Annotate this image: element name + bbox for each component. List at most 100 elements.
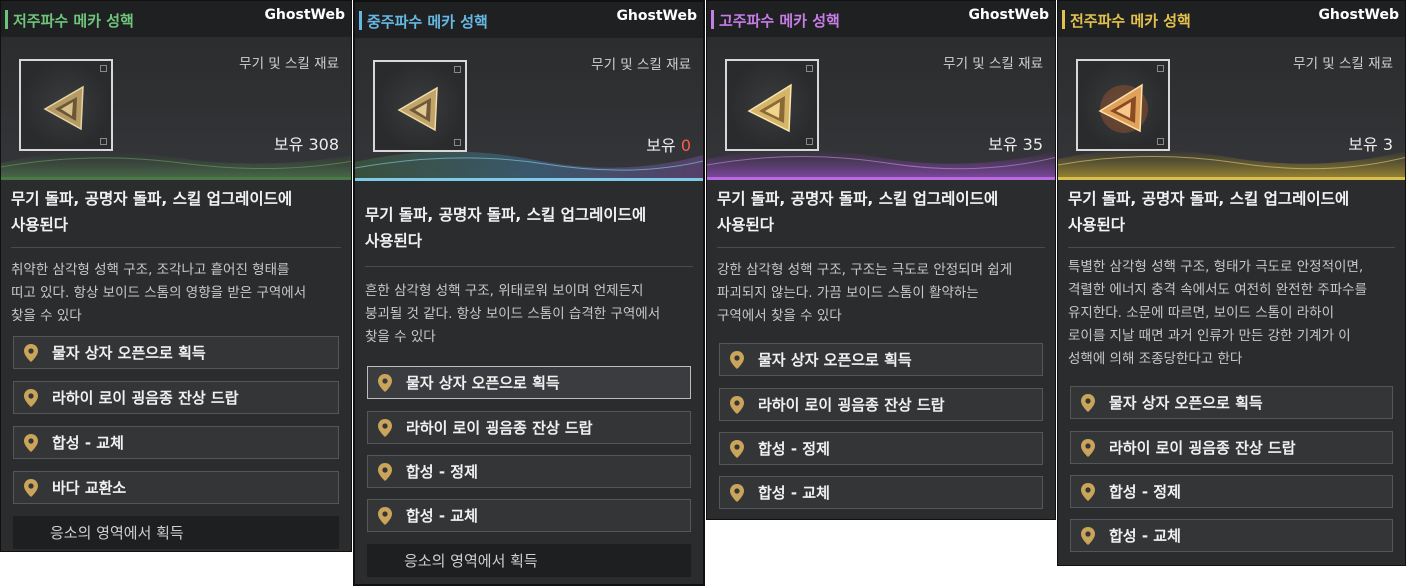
rarity-line [1058, 177, 1405, 180]
watermark: GhostWeb [968, 7, 1049, 23]
location-pin-icon [730, 350, 744, 369]
item-category: 무기 및 스킬 재료 [591, 57, 691, 73]
usage-line: 무기 돌파, 공명자 돌파, 스킬 업그레이드에 [1068, 190, 1350, 208]
source-button[interactable]: 합성 - 교체 [367, 499, 691, 532]
item-icon-frame [19, 59, 113, 151]
item-lore: 취약한 삼각형 성핵 구조, 조각나고 흩어진 형태를 띠고 있다. 항상 보이… [11, 259, 341, 328]
title-bar: 전주파수 메카 성핵 GhostWeb [1058, 1, 1405, 37]
lore-line: 강한 삼각형 성핵 구조, 구조는 극도로 안정되며 쉽게 [717, 262, 1013, 278]
location-pin-icon [378, 462, 392, 481]
lore-line: 구역에서 찾을 수 있다 [717, 308, 842, 324]
source-label: 라하이 로이 굉음종 잔상 드랍 [406, 419, 593, 437]
frame-corner-marker [1157, 138, 1164, 145]
source-info: 응소의 영역에서 획득 [367, 544, 691, 577]
location-pin-icon [730, 483, 744, 502]
location-pin-icon [24, 343, 38, 362]
owned-label: 보유 [988, 135, 1018, 154]
source-button[interactable]: 물자 상자 오픈으로 획득 [719, 343, 1043, 376]
lore-line: 파괴되지 않는다. 가끔 보이드 스톰이 활약하는 [717, 285, 979, 301]
owned-count: 보유 308 [274, 131, 339, 155]
location-pin-icon [24, 433, 38, 452]
frame-corner-marker [100, 138, 107, 145]
source-button[interactable]: 합성 - 정제 [367, 455, 691, 488]
source-label: 응소의 영역에서 획득 [50, 524, 184, 542]
triangle-core-icon [747, 83, 792, 133]
item-usage: 무기 돌파, 공명자 돌파, 스킬 업그레이드에 사용된다 [11, 186, 337, 238]
source-label: 합성 - 정제 [758, 440, 830, 458]
lore-line: 유지한다. 소문에 따르면, 보이드 스톰이 라하이 [1068, 305, 1335, 321]
divider [1068, 247, 1395, 248]
source-button[interactable]: 라하이 로이 굉음종 잔상 드랍 [719, 388, 1043, 421]
owned-value: 308 [308, 135, 339, 154]
location-pin-icon [1081, 482, 1095, 501]
location-pin-icon [1081, 393, 1095, 412]
source-label: 라하이 로이 굉음종 잔상 드랍 [1109, 439, 1296, 457]
location-pin-icon [24, 388, 38, 407]
source-button[interactable]: 물자 상자 오픈으로 획득 [13, 336, 339, 369]
rarity-line [1, 177, 351, 180]
source-label: 물자 상자 오픈으로 획득 [1109, 394, 1263, 412]
title-accent [1062, 10, 1065, 29]
source-label: 바다 교환소 [52, 479, 127, 497]
owned-count: 보유 35 [988, 131, 1043, 155]
source-button[interactable]: 합성 - 교체 [13, 426, 339, 459]
item-usage: 무기 돌파, 공명자 돌파, 스킬 업그레이드에 사용된다 [365, 202, 689, 254]
triangle-core-icon [1098, 83, 1148, 133]
item-card-mid-frequency: 중주파수 메카 성핵 GhostWeb 무기 및 스킬 재료 보유 0 무기 돌… [353, 0, 705, 586]
owned-label: 보유 [273, 135, 304, 154]
source-button[interactable]: 합성 - 교체 [1070, 519, 1393, 552]
item-lore: 특별한 삼각형 성핵 구조, 형태가 극도로 안정적이면, 격렬한 에너지 충격… [1068, 256, 1395, 371]
item-title: 저주파수 메카 성핵 [13, 12, 134, 30]
owned-label: 보유 [1348, 135, 1378, 154]
usage-line: 무기 돌파, 공명자 돌파, 스킬 업그레이드에 [717, 190, 999, 208]
source-label: 라하이 로이 굉음종 잔상 드랍 [758, 396, 945, 414]
item-usage: 무기 돌파, 공명자 돌파, 스킬 업그레이드에 사용된다 [717, 186, 1041, 238]
divider [365, 266, 693, 267]
source-label: 물자 상자 오픈으로 획득 [52, 344, 206, 362]
title-accent [5, 10, 8, 29]
divider [717, 247, 1045, 248]
source-button[interactable]: 합성 - 정제 [719, 432, 1043, 465]
usage-line: 사용된다 [1068, 216, 1126, 234]
source-button[interactable]: 라하이 로이 굉음종 잔상 드랍 [1070, 431, 1393, 464]
item-icon-frame [725, 59, 819, 151]
source-button[interactable]: 라하이 로이 굉음종 잔상 드랍 [13, 381, 339, 414]
title-bar: 저주파수 메카 성핵 GhostWeb [1, 1, 351, 37]
source-label: 합성 - 정제 [1109, 483, 1181, 501]
source-button-selected[interactable]: 물자 상자 오픈으로 획득 [367, 366, 691, 399]
item-category: 무기 및 스킬 재료 [1293, 56, 1393, 72]
usage-line: 사용된다 [11, 216, 69, 234]
source-button[interactable]: 물자 상자 오픈으로 획득 [1070, 386, 1393, 419]
lore-line: 특별한 삼각형 성핵 구조, 형태가 극도로 안정적이면, [1068, 259, 1364, 275]
source-button[interactable]: 합성 - 교체 [719, 476, 1043, 509]
item-card-low-frequency: 저주파수 메카 성핵 GhostWeb 무기 및 스킬 재료 보유 308 무기… [0, 0, 352, 552]
triangle-core-icon [43, 85, 84, 131]
lore-line: 성핵에 의해 조종당한다고 한다 [1068, 351, 1243, 367]
location-pin-icon [1081, 438, 1095, 457]
source-info: 응소의 영역에서 획득 [13, 516, 339, 549]
source-label: 합성 - 교체 [1109, 527, 1181, 545]
source-label: 물자 상자 오픈으로 획득 [758, 351, 912, 369]
watermark: GhostWeb [264, 7, 345, 23]
lore-line: 취약한 삼각형 성핵 구조, 조각나고 흩어진 형태를 [11, 262, 290, 278]
usage-line: 무기 돌파, 공명자 돌파, 스킬 업그레이드에 [365, 206, 647, 224]
source-button[interactable]: 바다 교환소 [13, 471, 339, 504]
item-title: 중주파수 메카 성핵 [367, 13, 488, 31]
location-pin-icon [24, 478, 38, 497]
frame-corner-marker [454, 66, 461, 73]
source-label: 합성 - 교체 [758, 484, 830, 502]
location-pin-icon [378, 418, 392, 437]
triangle-core-icon [397, 86, 438, 132]
frame-corner-marker [454, 139, 461, 146]
location-pin-icon [730, 439, 744, 458]
item-lore: 흔한 삼각형 성핵 구조, 위태로워 보이며 언제든지 붕괴될 것 같다. 항상… [365, 280, 693, 349]
source-button[interactable]: 라하이 로이 굉음종 잔상 드랍 [367, 411, 691, 444]
lore-line: 로이를 지날 때면 과거 인류가 만든 강한 기계가 이 [1068, 328, 1351, 344]
source-label: 합성 - 교체 [52, 434, 124, 452]
source-button[interactable]: 합성 - 정제 [1070, 475, 1393, 508]
title-accent [359, 11, 362, 30]
lore-line: 띠고 있다. 항상 보이드 스톰의 영향을 받은 구역에서 [11, 285, 307, 301]
item-category: 무기 및 스킬 재료 [239, 56, 339, 72]
source-label: 라하이 로이 굉음종 잔상 드랍 [52, 389, 239, 407]
usage-line: 사용된다 [365, 232, 423, 250]
